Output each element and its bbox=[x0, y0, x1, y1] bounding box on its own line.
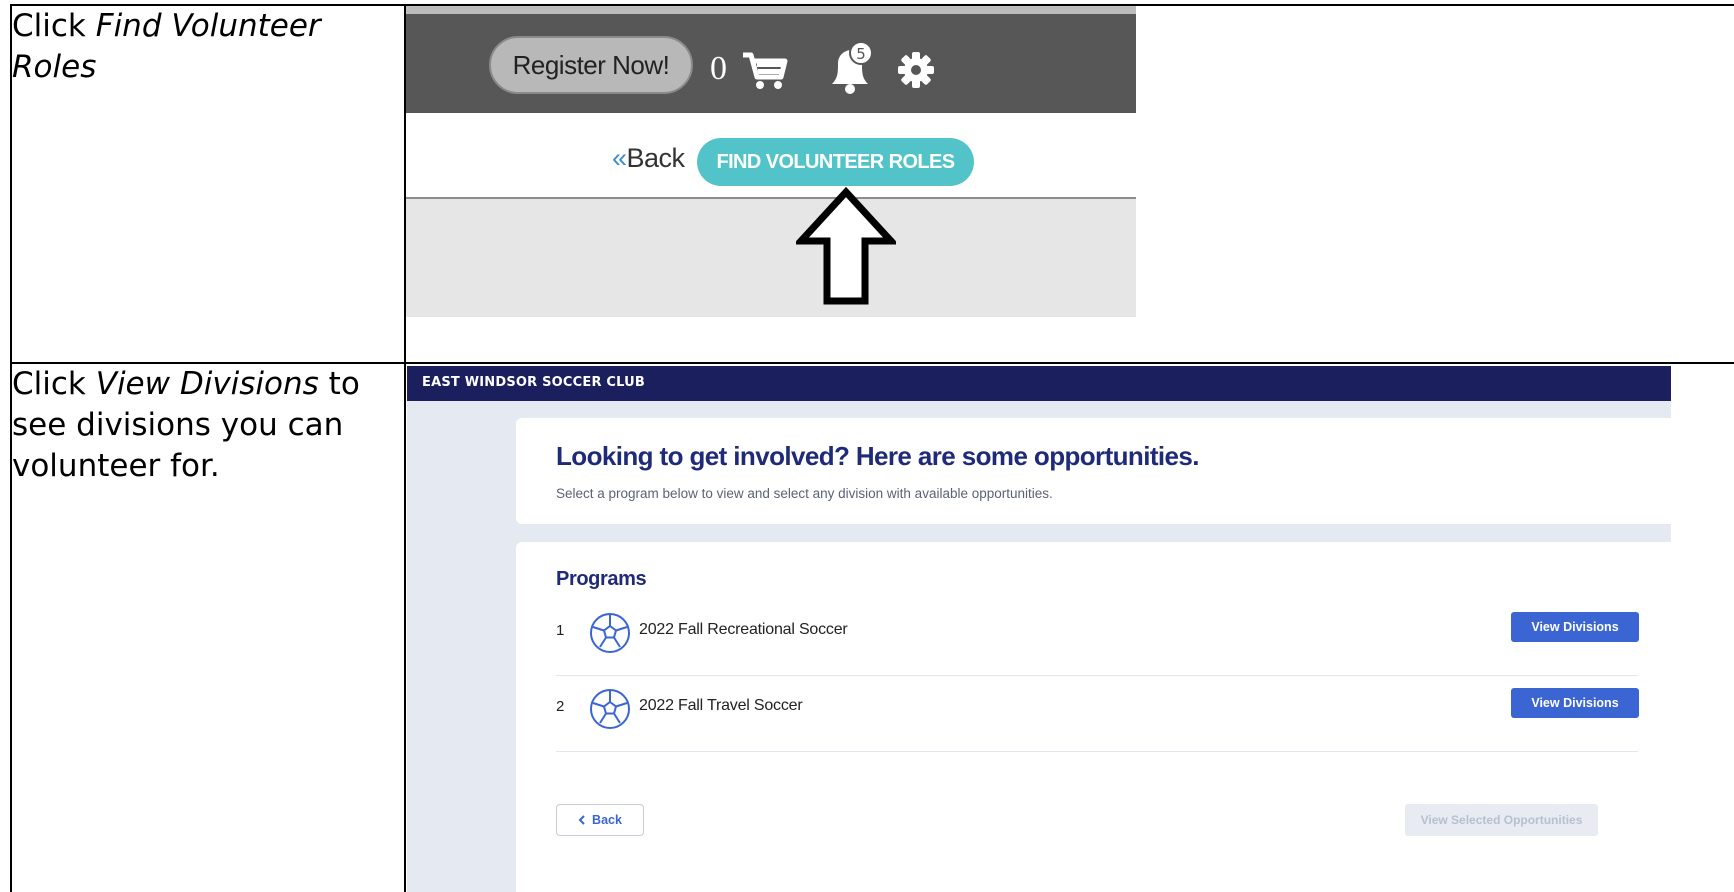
content-area bbox=[406, 199, 1136, 317]
program-number: 2 bbox=[556, 698, 565, 715]
find-volunteer-roles-button[interactable]: FIND VOLUNTEER ROLES bbox=[697, 138, 974, 186]
shopping-cart-icon[interactable] bbox=[741, 51, 789, 91]
program-row: 2 2022 Fall Travel Soccer View Divisions bbox=[556, 668, 1639, 752]
page-subtitle: Select a program below to view and selec… bbox=[556, 486, 1053, 501]
instruction-prefix: Click bbox=[12, 366, 96, 402]
instruction-row-2: Click View Divisions to see divisions yo… bbox=[12, 364, 392, 487]
programs-heading: Programs bbox=[556, 568, 647, 590]
page-title: Looking to get involved? Here are some o… bbox=[556, 441, 1199, 471]
back-button-label: Back bbox=[592, 813, 622, 827]
intro-card: Looking to get involved? Here are some o… bbox=[516, 418, 1671, 524]
register-now-button[interactable]: Register Now! bbox=[489, 36, 693, 94]
back-button[interactable]: Back bbox=[556, 804, 644, 836]
soccer-ball-icon bbox=[590, 613, 630, 653]
chevron-left-icon bbox=[578, 815, 585, 825]
program-name: 2022 Fall Travel Soccer bbox=[639, 697, 803, 714]
program-row: 1 2022 Fall Recreational Soccer View Div… bbox=[556, 592, 1639, 676]
instruction-emphasis: View Divisions bbox=[95, 366, 319, 402]
site-top-bar: Register Now! 0 5 bbox=[406, 6, 1136, 113]
programs-card: Programs 1 2022 Fall Recreational Soccer… bbox=[516, 542, 1671, 892]
bell-icon[interactable]: 5 bbox=[824, 40, 880, 96]
back-label: Back bbox=[626, 143, 686, 173]
double-chevron-left-icon: « bbox=[612, 143, 627, 173]
club-header: EAST WINDSOR SOCCER CLUB bbox=[407, 366, 1671, 401]
soccer-ball-icon bbox=[590, 689, 630, 729]
top-strip bbox=[406, 6, 1136, 14]
program-number: 1 bbox=[556, 622, 565, 639]
view-selected-opportunities-button[interactable]: View Selected Opportunities bbox=[1405, 804, 1598, 836]
up-arrow-icon bbox=[796, 186, 896, 305]
instruction-prefix: Click bbox=[12, 8, 96, 44]
screenshot-volunteer-programs: EAST WINDSOR SOCCER CLUB Looking to get … bbox=[407, 366, 1671, 892]
club-name: EAST WINDSOR SOCCER CLUB bbox=[422, 375, 646, 390]
program-name: 2022 Fall Recreational Soccer bbox=[639, 621, 848, 638]
back-link[interactable]: «Back bbox=[612, 143, 685, 174]
cart-count: 0 bbox=[710, 50, 727, 87]
action-bar: «Back FIND VOLUNTEER ROLES bbox=[406, 113, 1136, 203]
instruction-row-1: Click Find Volunteer Roles bbox=[12, 6, 398, 88]
notification-count: 5 bbox=[856, 45, 866, 63]
view-divisions-button[interactable]: View Divisions bbox=[1511, 688, 1639, 718]
view-divisions-button[interactable]: View Divisions bbox=[1511, 612, 1639, 642]
gear-icon[interactable] bbox=[897, 51, 935, 89]
screenshot-find-volunteer-roles: Register Now! 0 5 «Back FIND VOLUNTEER R… bbox=[406, 6, 1136, 317]
